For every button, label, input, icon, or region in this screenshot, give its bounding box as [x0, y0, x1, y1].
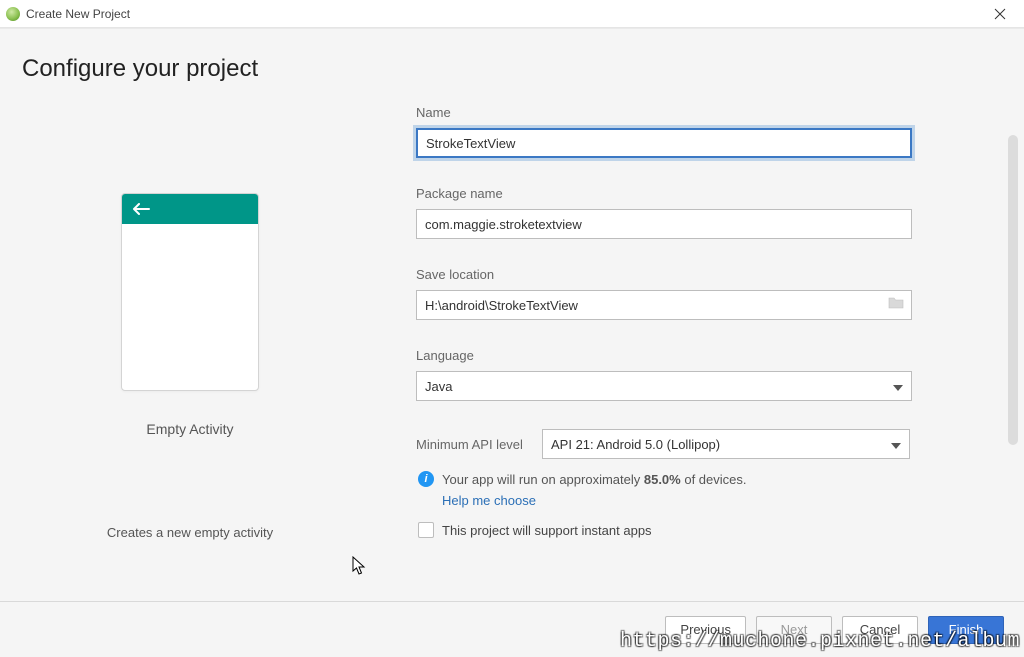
chevron-down-icon	[893, 379, 903, 394]
help-me-choose-link[interactable]: Help me choose	[442, 493, 994, 508]
back-arrow-icon	[132, 203, 150, 215]
language-label: Language	[416, 348, 994, 363]
template-description: Creates a new empty activity	[107, 525, 273, 540]
finish-button[interactable]: Finish	[928, 616, 1004, 644]
device-coverage-info: i Your app will run on approximately 85.…	[416, 471, 994, 487]
scrollbar[interactable]	[1008, 135, 1018, 445]
device-appbar	[122, 194, 258, 224]
api-label: Minimum API level	[416, 437, 532, 452]
device-coverage-text: Your app will run on approximately 85.0%…	[442, 472, 747, 487]
language-value: Java	[425, 379, 452, 394]
name-label: Name	[416, 105, 994, 120]
browse-folder-icon[interactable]	[888, 296, 904, 314]
api-select[interactable]: API 21: Android 5.0 (Lollipop)	[542, 429, 910, 459]
next-button: Next	[756, 616, 832, 644]
package-label: Package name	[416, 186, 994, 201]
form-column: Name Package name Save location	[416, 105, 1018, 565]
previous-button[interactable]: Previous	[665, 616, 746, 644]
package-input[interactable]	[416, 209, 912, 239]
device-preview	[121, 193, 259, 391]
location-input[interactable]	[416, 290, 912, 320]
name-input[interactable]	[416, 128, 912, 158]
titlebar: Create New Project	[0, 0, 1024, 28]
template-preview-column: Empty Activity Creates a new empty activ…	[20, 105, 360, 565]
window-title: Create New Project	[26, 7, 130, 21]
cancel-button[interactable]: Cancel	[842, 616, 918, 644]
page-title: Configure your project	[22, 55, 1018, 83]
page: Configure your project Empty Activity Cr…	[0, 29, 1018, 657]
field-name: Name	[416, 105, 994, 158]
info-icon: i	[418, 471, 434, 487]
template-name: Empty Activity	[146, 421, 233, 437]
window-body: Configure your project Empty Activity Cr…	[0, 28, 1024, 657]
close-icon[interactable]	[982, 0, 1018, 27]
instant-apps-checkbox[interactable]	[418, 522, 434, 538]
location-label: Save location	[416, 267, 994, 282]
field-language: Language Java	[416, 348, 994, 401]
chevron-down-icon	[891, 437, 901, 452]
language-select[interactable]: Java	[416, 371, 912, 401]
field-min-api: Minimum API level API 21: Android 5.0 (L…	[416, 429, 994, 459]
content: Empty Activity Creates a new empty activ…	[20, 105, 1018, 565]
instant-apps-label: This project will support instant apps	[442, 523, 652, 538]
field-package: Package name	[416, 186, 994, 239]
button-bar: Previous Next Cancel Finish	[0, 601, 1024, 657]
instant-apps-row: This project will support instant apps	[418, 522, 994, 538]
app-icon	[6, 7, 20, 21]
api-value: API 21: Android 5.0 (Lollipop)	[551, 437, 720, 452]
field-location: Save location	[416, 267, 994, 320]
